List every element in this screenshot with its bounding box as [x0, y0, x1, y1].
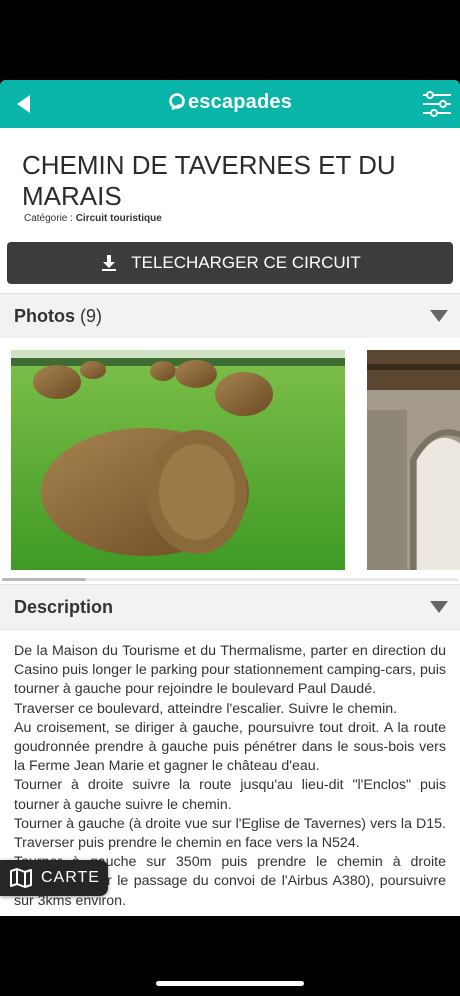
download-label: TELECHARGER CE CIRCUIT [131, 253, 361, 272]
photos-count: (9) [80, 306, 103, 326]
map-button[interactable]: CARTE [0, 860, 108, 896]
chevron-down-icon [430, 310, 448, 322]
photo-stone-arch[interactable] [367, 350, 460, 570]
app-screen: escapades CHEMIN DE TAVERNES ET DU MARAI… [0, 80, 460, 916]
hay-bales-image [11, 350, 345, 570]
map-icon [10, 868, 32, 888]
photo-hay-bales[interactable] [11, 350, 345, 570]
logo-text: escapades [187, 91, 293, 113]
top-bar: escapades [0, 80, 460, 128]
carousel-scrollbar[interactable] [2, 578, 458, 581]
description-header[interactable]: Description [0, 584, 460, 630]
app-logo: escapades [0, 91, 460, 114]
circuit-title: CHEMIN DE TAVERNES ET DU MARAIS [22, 150, 396, 211]
description-paragraph: Traverser ce boulevard, atteindre l'esca… [14, 700, 398, 717]
sliders-icon [423, 91, 451, 117]
photos-label: Photos [14, 306, 75, 326]
logo-icon [169, 93, 185, 110]
description-paragraph: De la Maison du Tourisme et du Thermalis… [14, 643, 446, 698]
photos-title: Photos (9) [14, 306, 102, 327]
category-label: Catégorie : [24, 213, 73, 224]
carousel-scroll-thumb[interactable] [2, 578, 86, 581]
category-line: Catégorie : Circuit touristique [24, 213, 162, 224]
photos-header[interactable]: Photos (9) [0, 293, 460, 339]
photo-carousel[interactable] [0, 338, 460, 586]
description-title: Description [14, 597, 113, 618]
description-paragraph: Tourner à droite suivre la route jusqu'a… [14, 777, 446, 813]
home-indicator[interactable] [156, 981, 304, 986]
description-paragraph: Au croisement, se diriger à gauche, pour… [14, 719, 446, 775]
category-value: Circuit touristique [75, 213, 162, 224]
map-label: CARTE [41, 869, 100, 886]
description-paragraph: Tourner à gauche (à droite vue sur l'Egl… [14, 815, 446, 852]
stone-arch-image [367, 350, 460, 570]
chevron-down-icon [430, 601, 448, 613]
description-label: Description [14, 597, 114, 617]
filter-button[interactable] [422, 90, 452, 118]
download-circuit-button[interactable]: TELECHARGER CE CIRCUIT [7, 242, 453, 284]
download-icon [102, 255, 117, 271]
